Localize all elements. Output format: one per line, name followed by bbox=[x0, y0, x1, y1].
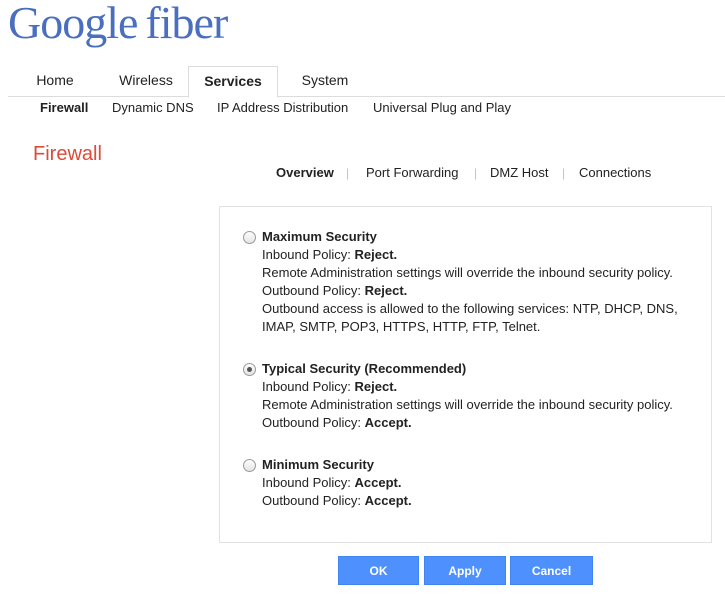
radio-minimum-security[interactable] bbox=[243, 459, 256, 472]
option-text: Minimum Security Inbound Policy: Accept.… bbox=[262, 456, 702, 510]
remote-admin-note: Remote Administration settings will over… bbox=[262, 397, 673, 412]
section-divider: | bbox=[474, 166, 478, 180]
logo-google-text: Google bbox=[8, 0, 138, 48]
inbound-policy-line: Inbound Policy: Reject. bbox=[262, 247, 398, 262]
option-text: Typical Security (Recommended) Inbound P… bbox=[262, 360, 702, 432]
subnav-universal-plug-and-play[interactable]: Universal Plug and Play bbox=[373, 100, 511, 115]
outbound-policy-line: Outbound Policy: Accept. bbox=[262, 493, 412, 508]
section-divider: | bbox=[346, 166, 350, 180]
inbound-policy-line: Inbound Policy: Accept. bbox=[262, 475, 402, 490]
option-title: Typical Security (Recommended) bbox=[262, 361, 467, 376]
services-note: Outbound access is allowed to the follow… bbox=[262, 301, 678, 334]
main-tab-bar: Home Wireless Services System bbox=[8, 66, 725, 98]
remote-admin-note: Remote Administration settings will over… bbox=[262, 265, 673, 280]
radio-typical-security[interactable] bbox=[243, 363, 256, 376]
option-title: Minimum Security bbox=[262, 457, 374, 472]
ok-button[interactable]: OK bbox=[338, 556, 419, 585]
google-fiber-logo: Google fiber bbox=[8, 0, 228, 50]
inbound-policy-line: Inbound Policy: Reject. bbox=[262, 379, 398, 394]
apply-button[interactable]: Apply bbox=[424, 556, 506, 585]
radio-maximum-security[interactable] bbox=[243, 231, 256, 244]
subnav-ip-address-distribution[interactable]: IP Address Distribution bbox=[217, 100, 348, 115]
subnav-dynamic-dns[interactable]: Dynamic DNS bbox=[112, 100, 194, 115]
section-tab-dmz-host[interactable]: DMZ Host bbox=[490, 165, 549, 180]
section-tab-overview[interactable]: Overview bbox=[276, 165, 334, 180]
cancel-button[interactable]: Cancel bbox=[510, 556, 593, 585]
logo-fiber-text: fiber bbox=[145, 0, 228, 48]
tab-system[interactable]: System bbox=[292, 66, 358, 97]
security-level-panel: Maximum Security Inbound Policy: Reject.… bbox=[219, 206, 712, 543]
option-title: Maximum Security bbox=[262, 229, 377, 244]
option-text: Maximum Security Inbound Policy: Reject.… bbox=[262, 228, 702, 336]
tab-wireless[interactable]: Wireless bbox=[108, 66, 184, 97]
tab-services[interactable]: Services bbox=[188, 66, 278, 98]
outbound-policy-line: Outbound Policy: Reject. bbox=[262, 283, 408, 298]
section-divider: | bbox=[562, 166, 566, 180]
section-tab-port-forwarding[interactable]: Port Forwarding bbox=[366, 165, 458, 180]
subnav-firewall[interactable]: Firewall bbox=[40, 100, 88, 115]
tab-home[interactable]: Home bbox=[22, 66, 88, 97]
outbound-policy-line: Outbound Policy: Accept. bbox=[262, 415, 412, 430]
section-tab-connections[interactable]: Connections bbox=[579, 165, 651, 180]
page-title: Firewall bbox=[33, 143, 102, 165]
